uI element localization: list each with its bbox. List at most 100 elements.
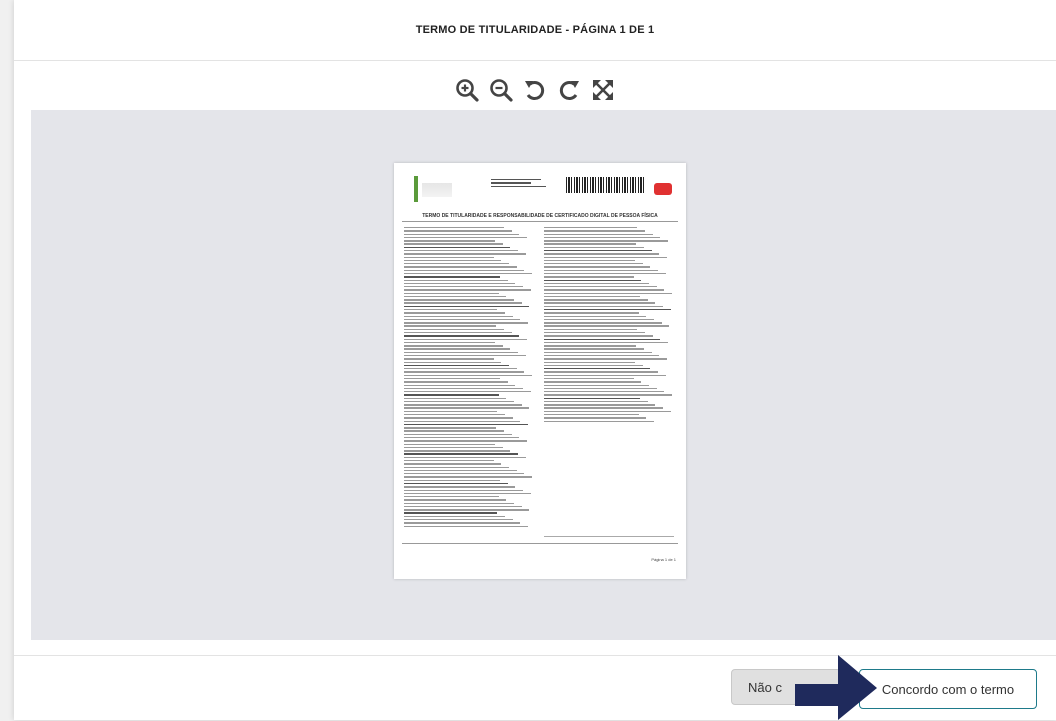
document-text-line [544,309,671,311]
document-text-line [544,318,655,321]
document-text-line [404,469,517,472]
fullscreen-icon [593,80,613,100]
document-text-line [404,302,522,304]
document-text-line [404,446,503,449]
document-text-line [404,266,517,268]
document-text-line [544,240,669,242]
fullscreen-button[interactable] [588,75,618,105]
document-text-line [404,486,516,488]
document-text-line [404,233,520,235]
document-text-line [544,400,648,403]
document-text-line [404,341,495,344]
document-text-line [544,374,666,377]
document-text-line [544,387,657,390]
document-text-line [404,440,527,442]
document-text-line [544,249,652,252]
document-text-line [404,312,506,314]
zoom-in-icon [456,79,479,102]
document-text-line [404,292,499,295]
document-text-line [544,272,666,275]
document-text-line [404,295,507,298]
document-text-line [404,437,520,439]
document-text-line [544,325,670,327]
document-footnote [544,536,674,537]
document-text-line [404,400,515,403]
accept-button[interactable]: Concordo com o termo [859,669,1037,709]
modal-header: TERMO DE TITULARIDADE - PÁGINA 1 DE 1 [14,0,1056,61]
document-text-line [404,473,525,475]
document-text-line [404,279,508,281]
document-text-line [404,253,526,255]
document-text-line [404,410,498,413]
document-text-line [544,256,667,258]
viewer-toolbar [14,70,1056,110]
document-text-line [404,515,506,518]
document-text-line [404,377,500,380]
document-text-line [404,417,513,419]
document-text-line [544,282,649,285]
document-text-line [404,368,517,370]
document-text-line [404,282,516,285]
document-text-line [404,525,529,527]
document-text-line [404,358,494,360]
document-text-line [404,427,497,429]
document-text-line [404,414,506,416]
document-text-line [544,259,635,262]
document-text-line [404,489,524,491]
document-text-line [404,305,530,308]
document-text-line [544,384,649,386]
document-text-line [544,391,665,393]
document-text-line [404,459,494,462]
document-text-line [404,263,509,265]
document-logo-mark [422,183,452,197]
document-text-line [404,249,518,252]
document-viewer[interactable]: TERMO DE TITULARIDADE E RESPONSABILIDADE… [31,110,1056,640]
document-text-line [544,279,642,281]
document-text-line [404,404,522,406]
document-text-line [544,236,661,239]
rotate-left-button[interactable] [520,75,550,105]
document-text-line [544,368,651,370]
document-text-line [404,433,512,436]
document-text-line [544,338,661,340]
document-rule [402,221,678,222]
rotate-left-icon [525,81,545,100]
document-text-line [544,332,646,334]
document-text-line [404,509,530,511]
document-text-line [544,230,646,232]
document-text-line [404,328,504,331]
document-text-line [404,466,509,468]
document-text-line [404,269,525,272]
document-text-line [544,233,653,235]
decline-button[interactable]: Não c [731,669,841,705]
document-text-line [404,453,518,455]
document-text-line [544,397,640,400]
document-text-line [544,315,647,317]
document-text-line [544,299,648,301]
document-text-line [404,502,515,505]
document-text-line [404,407,530,409]
document-text-line [544,417,647,419]
document-text-line [404,512,498,514]
document-text-line [404,394,499,396]
document-text-line [544,371,658,373]
zoom-out-button[interactable] [486,75,516,105]
document-text-line [404,315,513,317]
document-text-line [404,522,521,524]
document-text-line [404,496,499,498]
document-text-line [544,364,643,367]
document-text-line [404,354,526,357]
zoom-in-button[interactable] [452,75,482,105]
rotate-right-button[interactable] [554,75,584,105]
document-text-line [404,345,503,347]
document-text-line [404,325,497,327]
document-text-line [404,230,512,232]
document-text-line [404,246,511,249]
zoom-out-icon [490,79,513,102]
document-heading: TERMO DE TITULARIDADE E RESPONSABILIDADE… [422,213,658,219]
document-text-line [404,387,524,390]
document-text-line [544,305,664,308]
document-text-line [544,286,657,288]
document-text-line [404,289,531,291]
document-text-line [544,377,634,380]
